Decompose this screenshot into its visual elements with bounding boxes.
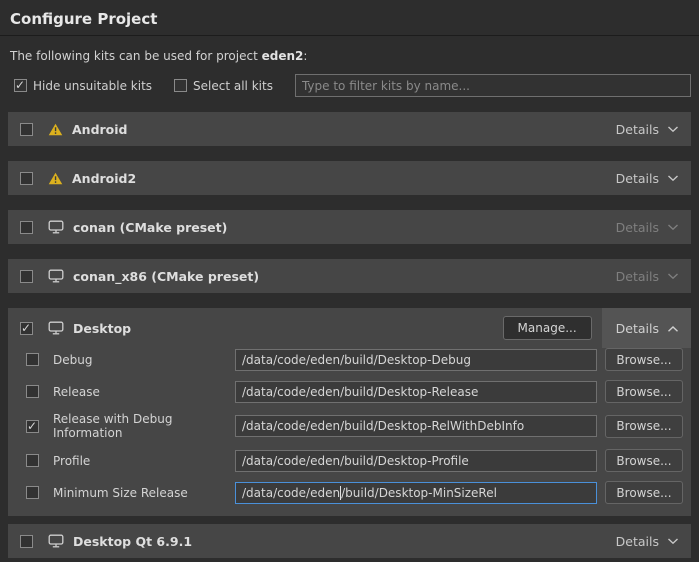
path-text-after-cursor: /build/Desktop-MinSizeRel xyxy=(341,486,497,500)
details-label: Details xyxy=(616,122,659,137)
chevron-down-icon xyxy=(667,223,679,231)
desktop-monitor-icon xyxy=(48,321,64,335)
kit-checkbox[interactable] xyxy=(20,535,33,548)
details-toggle-conan-x86[interactable]: Details xyxy=(616,269,679,284)
build-config-checkbox[interactable] xyxy=(26,486,39,499)
build-config-label[interactable]: Release with Debug Information xyxy=(53,412,235,440)
build-dir-input-minsizerel[interactable]: /data/code/eden/build/Desktop-MinSizeRel xyxy=(235,482,597,504)
build-config-label[interactable]: Debug xyxy=(53,353,235,367)
kit-row-android: Android Details xyxy=(8,112,691,146)
chevron-down-icon xyxy=(667,174,679,182)
kit-name[interactable]: Android2 xyxy=(72,171,136,186)
project-name: eden2 xyxy=(262,49,304,63)
browse-button[interactable]: Browse... xyxy=(605,348,683,371)
chevron-down-icon xyxy=(667,125,679,133)
intro-text: The following kits can be used for proje… xyxy=(10,49,689,63)
kit-row-conan: conan (CMake preset) Details xyxy=(8,210,691,244)
kit-name[interactable]: conan_x86 (CMake preset) xyxy=(73,269,259,284)
checkbox-icon[interactable] xyxy=(14,79,27,92)
build-dir-input-release[interactable]: /data/code/eden/build/Desktop-Release xyxy=(235,381,597,403)
details-label: Details xyxy=(616,171,659,186)
build-config-row-minsizerel: Minimum Size Release /data/code/eden/bui… xyxy=(26,481,683,504)
details-toggle-android2[interactable]: Details xyxy=(616,171,679,186)
build-config-row-relwithdebinfo: Release with Debug Information /data/cod… xyxy=(26,412,683,440)
build-config-checkbox[interactable] xyxy=(26,454,39,467)
details-toggle-conan[interactable]: Details xyxy=(616,220,679,235)
kit-name[interactable]: Desktop Qt 6.9.1 xyxy=(73,534,192,549)
build-dir-input-profile[interactable]: /data/code/eden/build/Desktop-Profile xyxy=(235,450,597,472)
kit-checkbox[interactable] xyxy=(20,322,33,335)
kit-checkbox[interactable] xyxy=(20,172,33,185)
kit-panel-desktop: Desktop Manage... Details Debug /data/co… xyxy=(8,308,691,516)
intro-suffix: : xyxy=(303,49,307,63)
build-config-row-debug: Debug /data/code/eden/build/Desktop-Debu… xyxy=(26,348,683,371)
build-config-checkbox[interactable] xyxy=(26,353,39,366)
kit-row-android2: Android2 Details xyxy=(8,161,691,195)
desktop-monitor-icon xyxy=(48,269,64,283)
hide-unsuitable-kits-checkbox[interactable]: Hide unsuitable kits xyxy=(14,79,152,93)
kit-checkbox[interactable] xyxy=(20,221,33,234)
details-toggle-desktop[interactable]: Details xyxy=(602,308,691,348)
details-toggle-desktop-qt[interactable]: Details xyxy=(616,534,679,549)
select-all-kits-label[interactable]: Select all kits xyxy=(193,79,273,93)
build-config-checkbox[interactable] xyxy=(26,385,39,398)
build-dir-input-debug[interactable]: /data/code/eden/build/Desktop-Debug xyxy=(235,349,597,371)
details-toggle-android[interactable]: Details xyxy=(616,122,679,137)
browse-button[interactable]: Browse... xyxy=(605,380,683,403)
kit-row-conan-x86: conan_x86 (CMake preset) Details xyxy=(8,259,691,293)
browse-button[interactable]: Browse... xyxy=(605,415,683,438)
page-title: Configure Project xyxy=(10,10,689,28)
page-header: Configure Project xyxy=(0,0,699,36)
kit-name[interactable]: conan (CMake preset) xyxy=(73,220,227,235)
intro-prefix: The following kits can be used for proje… xyxy=(10,49,262,63)
chevron-down-icon xyxy=(667,537,679,545)
build-dir-input-relwithdebinfo[interactable]: /data/code/eden/build/Desktop-RelWithDeb… xyxy=(235,415,597,437)
warning-icon xyxy=(48,172,63,185)
desktop-monitor-icon xyxy=(48,534,64,548)
details-label: Details xyxy=(616,269,659,284)
browse-button[interactable]: Browse... xyxy=(605,449,683,472)
chevron-up-icon xyxy=(667,321,679,336)
select-all-kits-checkbox[interactable]: Select all kits xyxy=(174,79,273,93)
chevron-down-icon xyxy=(667,272,679,280)
build-config-label[interactable]: Minimum Size Release xyxy=(53,486,235,500)
kit-checkbox[interactable] xyxy=(20,270,33,283)
kit-filter-controls: Hide unsuitable kits Select all kits xyxy=(14,74,691,97)
kit-filter-input[interactable] xyxy=(295,74,691,97)
details-label: Details xyxy=(616,321,659,336)
details-label: Details xyxy=(616,534,659,549)
path-text-before-cursor: /data/code/eden xyxy=(242,486,340,500)
build-config-checkbox[interactable] xyxy=(26,420,39,433)
desktop-monitor-icon xyxy=(48,220,64,234)
kit-checkbox[interactable] xyxy=(20,123,33,136)
checkbox-icon[interactable] xyxy=(174,79,187,92)
build-config-row-release: Release /data/code/eden/build/Desktop-Re… xyxy=(26,380,683,403)
kit-name[interactable]: Android xyxy=(72,122,128,137)
kit-row-desktop: Desktop Manage... Details xyxy=(8,308,691,348)
build-config-label[interactable]: Release xyxy=(53,385,235,399)
build-config-row-profile: Profile /data/code/eden/build/Desktop-Pr… xyxy=(26,449,683,472)
details-label: Details xyxy=(616,220,659,235)
kit-name[interactable]: Desktop xyxy=(73,321,131,336)
hide-unsuitable-kits-label[interactable]: Hide unsuitable kits xyxy=(33,79,152,93)
browse-button[interactable]: Browse... xyxy=(605,481,683,504)
warning-icon xyxy=(48,123,63,136)
kit-row-desktop-qt: Desktop Qt 6.9.1 Details xyxy=(8,524,691,558)
manage-button[interactable]: Manage... xyxy=(503,316,592,340)
build-config-label[interactable]: Profile xyxy=(53,454,235,468)
